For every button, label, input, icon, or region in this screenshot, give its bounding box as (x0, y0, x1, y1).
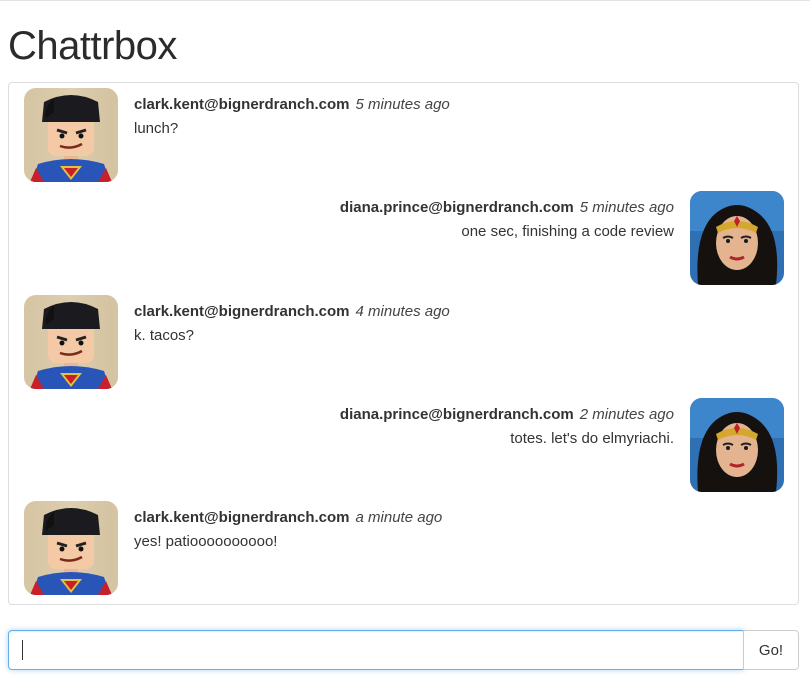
message-sender: clark.kent@bignerdranch.com (134, 509, 350, 526)
message-sender: clark.kent@bignerdranch.com (134, 303, 350, 320)
message-composer: Go! (8, 630, 799, 670)
message-list[interactable]: clark.kent@bignerdranch.com 5 minutes ago… (8, 82, 799, 605)
message-meta: clark.kent@bignerdranch.com 4 minutes ago (134, 303, 450, 321)
message-timestamp: 5 minutes ago (579, 199, 674, 216)
message-text: one sec, finishing a code review (461, 223, 674, 240)
message-meta: clark.kent@bignerdranch.com a minute ago (134, 509, 442, 527)
message-sender: diana.prince@bignerdranch.com (339, 199, 574, 216)
message-meta: diana.prince@bignerdranch.com 2 minutes a… (340, 406, 674, 424)
message-meta: clark.kent@bignerdranch.com 5 minutes ago (134, 96, 450, 114)
wonder-woman-figure-avatar (690, 398, 784, 492)
message-text: yes! patioooooooooo! (134, 533, 278, 550)
message-timestamp: 5 minutes ago (355, 96, 450, 113)
message-input[interactable] (8, 630, 744, 670)
message-meta: diana.prince@bignerdranch.com 5 minutes a… (340, 199, 674, 217)
message-item: clark.kent@bignerdranch.com a minute ago … (24, 501, 524, 595)
app-title: Chattrbox (8, 24, 177, 68)
message-text: lunch? (134, 120, 179, 137)
text-caret (22, 640, 23, 660)
send-button[interactable]: Go! (743, 630, 799, 670)
message-timestamp: 2 minutes ago (579, 406, 674, 423)
message-item: clark.kent@bignerdranch.com 5 minutes ago… (24, 88, 524, 182)
message-item: clark.kent@bignerdranch.com 4 minutes ago… (24, 295, 524, 389)
message-sender: clark.kent@bignerdranch.com (134, 96, 350, 113)
message-item: diana.prince@bignerdranch.com 2 minutes a… (264, 398, 784, 492)
wonder-woman-figure-avatar (690, 191, 784, 285)
top-divider (0, 0, 810, 1)
message-text: totes. let's do elmyriachi. (510, 430, 674, 447)
superman-lego-avatar (24, 88, 118, 182)
message-timestamp: 4 minutes ago (355, 303, 450, 320)
superman-lego-avatar (24, 501, 118, 595)
message-item: diana.prince@bignerdranch.com 5 minutes a… (264, 191, 784, 285)
message-text: k. tacos? (134, 327, 195, 344)
message-timestamp: a minute ago (355, 509, 443, 526)
superman-lego-avatar (24, 295, 118, 389)
message-sender: diana.prince@bignerdranch.com (339, 406, 574, 423)
